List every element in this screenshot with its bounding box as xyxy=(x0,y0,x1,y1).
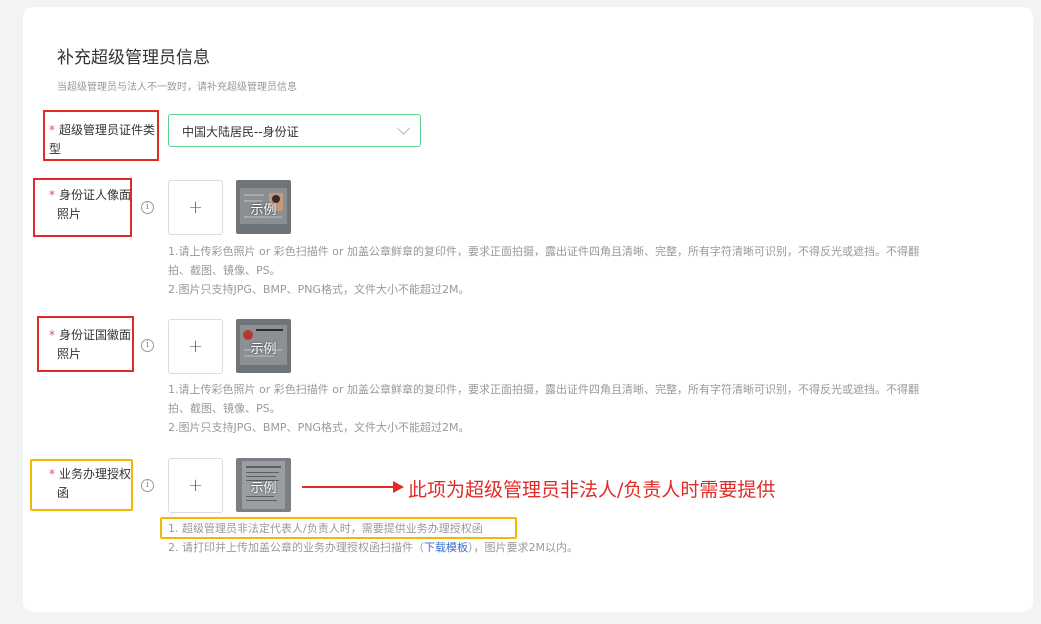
hint-text: 2. 请打印并上传加盖公章的业务办理授权函扫描件（ xyxy=(168,541,424,554)
id-back-label-line2: 照片 xyxy=(57,347,82,361)
download-template-link[interactable]: 下载模板 xyxy=(424,541,468,554)
hint-line: 1.请上传彩色照片 or 彩色扫描件 or 加盖公章鲜章的复印件，要求正面拍摄，… xyxy=(168,245,919,258)
info-icon[interactable]: i xyxy=(141,479,154,492)
id-front-label: * 身份证人像面 照片 xyxy=(49,186,139,224)
annotation-text: 此项为超级管理员非法人/负责人时需要提供 xyxy=(408,479,776,501)
required-mark: * xyxy=(49,188,55,202)
id-back-upload-button[interactable]: + xyxy=(168,319,223,374)
authorization-hint: 1. 超级管理员非法定代表人/负责人时，需要提供业务办理授权函 2. 请打印并上… xyxy=(168,519,988,557)
chevron-down-icon xyxy=(397,122,410,135)
hint-line: 拍、截图、镜像、PS。 xyxy=(168,264,281,277)
id-front-label-line1: 身份证人像面 xyxy=(59,188,132,202)
id-back-hint: 1.请上传彩色照片 or 彩色扫描件 or 加盖公章鲜章的复印件，要求正面拍摄，… xyxy=(168,380,988,437)
id-back-label: * 身份证国徽面 照片 xyxy=(49,326,139,364)
sample-label: 示例 xyxy=(250,481,277,496)
required-mark: * xyxy=(49,123,55,137)
info-icon[interactable]: i xyxy=(141,339,154,352)
authorization-label-line2: 函 xyxy=(57,486,70,500)
arrow-right-icon xyxy=(393,481,404,493)
authorization-label-line1: 业务办理授权 xyxy=(59,467,132,481)
cert-type-label: * 超级管理员证件类型 xyxy=(49,121,157,159)
plus-icon: + xyxy=(187,197,204,218)
authorization-sample-image[interactable]: 示例 xyxy=(236,458,291,512)
page-title: 补充超级管理员信息 xyxy=(57,48,210,68)
id-front-label-line2: 照片 xyxy=(57,207,82,221)
cert-type-label-text: 超级管理员证件类型 xyxy=(49,123,156,156)
hint-line: 1. 超级管理员非法定代表人/负责人时，需要提供业务办理授权函 xyxy=(168,522,483,535)
id-back-label-line1: 身份证国徽面 xyxy=(59,328,132,342)
required-mark: * xyxy=(49,328,55,342)
hint-line: 2.图片只支持JPG、BMP、PNG格式，文件大小不能超过2M。 xyxy=(168,283,470,296)
id-back-sample-image[interactable]: 示例 xyxy=(236,319,291,373)
cert-type-select[interactable]: 中国大陆居民--身份证 xyxy=(168,114,421,147)
hint-text: ），图片要求2M以内。 xyxy=(468,541,578,554)
id-front-sample-image[interactable]: 示例 xyxy=(236,180,291,234)
hint-line: 拍、截图、镜像、PS。 xyxy=(168,402,281,415)
authorization-label: * 业务办理授权 函 xyxy=(49,465,139,503)
annotation-arrow-line xyxy=(302,486,397,488)
page-subtitle: 当超级管理员与法人不一致时，请补充超级管理员信息 xyxy=(57,82,297,93)
info-icon[interactable]: i xyxy=(141,201,154,214)
authorization-upload-button[interactable]: + xyxy=(168,458,223,513)
hint-line: 1.请上传彩色照片 or 彩色扫描件 or 加盖公章鲜章的复印件，要求正面拍摄，… xyxy=(168,383,919,396)
required-mark: * xyxy=(49,467,55,481)
plus-icon: + xyxy=(187,475,204,496)
id-front-upload-button[interactable]: + xyxy=(168,180,223,235)
sample-label: 示例 xyxy=(250,203,277,218)
sample-label: 示例 xyxy=(250,342,277,357)
cert-type-select-value: 中国大陆居民--身份证 xyxy=(182,125,299,139)
id-front-hint: 1.请上传彩色照片 or 彩色扫描件 or 加盖公章鲜章的复印件，要求正面拍摄，… xyxy=(168,242,988,299)
hint-line: 2.图片只支持JPG、BMP、PNG格式，文件大小不能超过2M。 xyxy=(168,421,470,434)
hint-line: 2. 请打印并上传加盖公章的业务办理授权函扫描件（下载模板），图片要求2M以内。 xyxy=(168,538,988,557)
plus-icon: + xyxy=(187,336,204,357)
